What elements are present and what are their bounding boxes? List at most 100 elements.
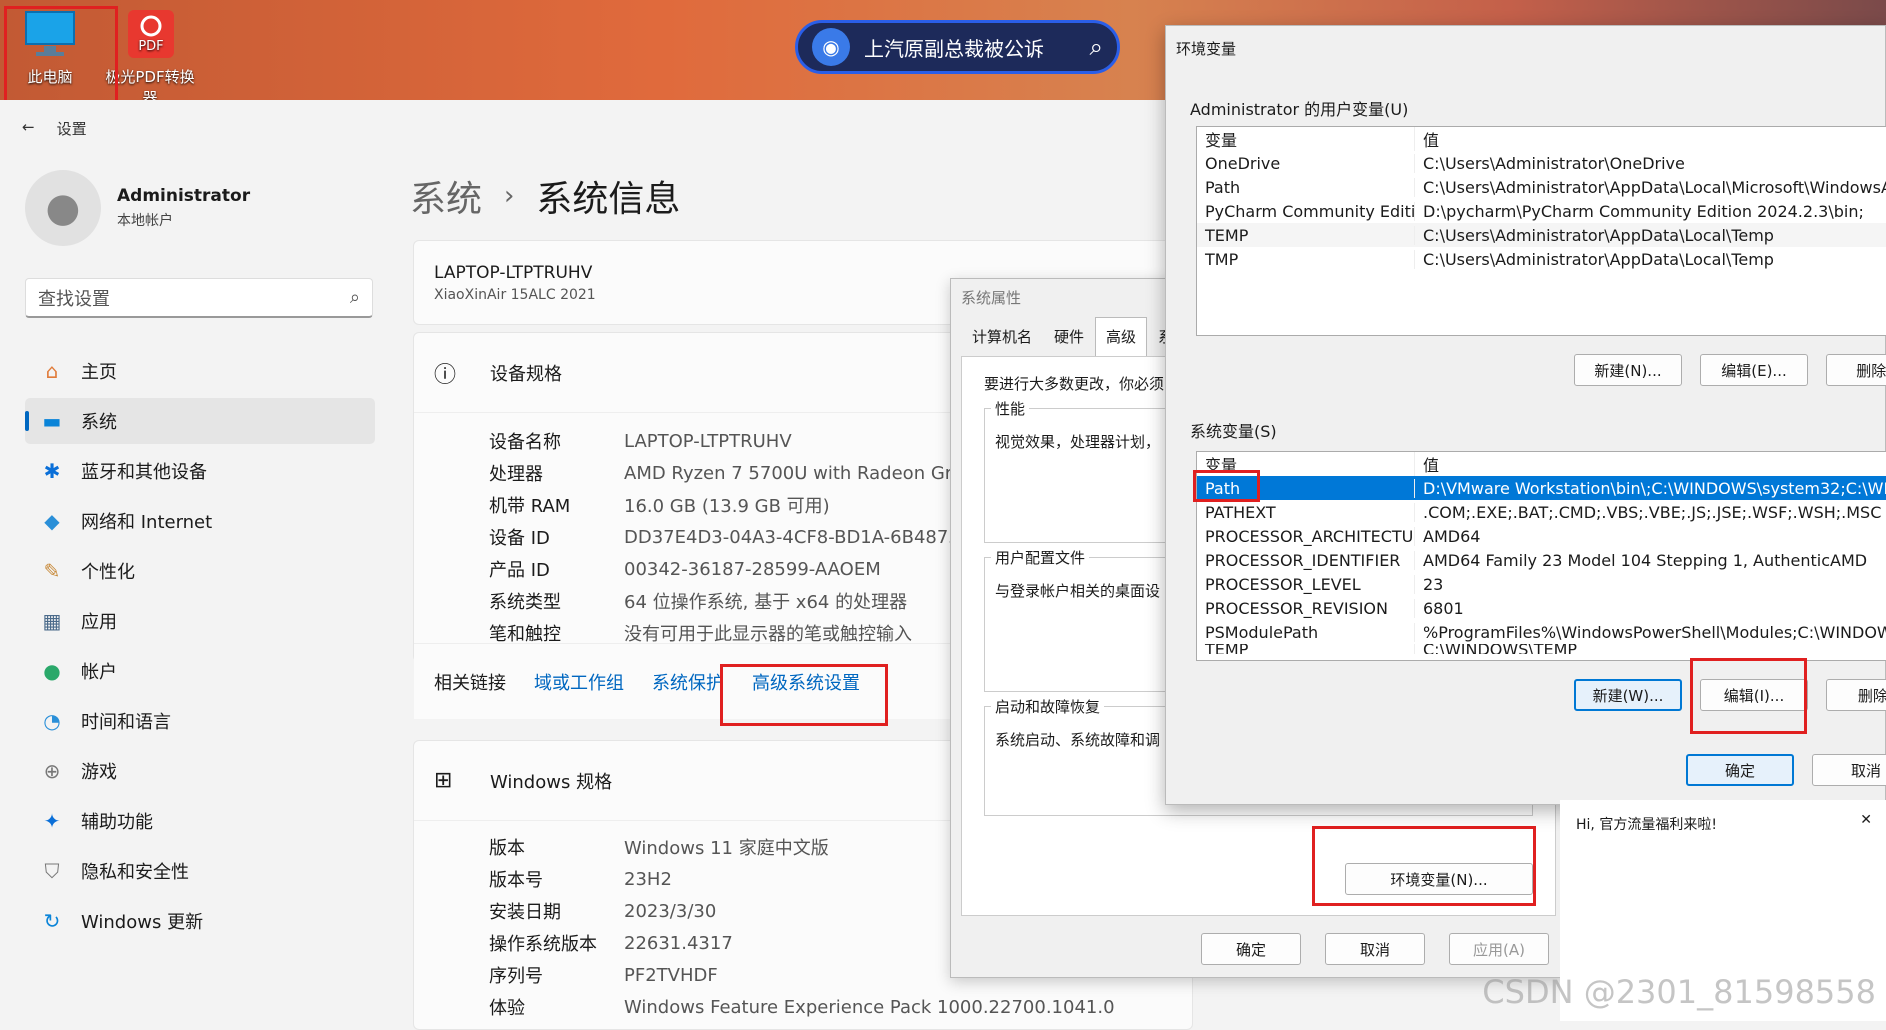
spec-value: 23H2 (624, 868, 672, 890)
var-value: 6801 (1423, 598, 1464, 618)
breadcrumb-parent[interactable]: 系统 (410, 170, 482, 222)
list-item[interactable]: OneDrive C:\Users\Administrator\OneDrive (1197, 151, 1886, 175)
spec-key: 设备 ID (489, 528, 550, 549)
var-value: AMD64 (1423, 526, 1481, 546)
list-item[interactable]: TEMP C:\WINDOWS\TEMP (1197, 644, 1886, 654)
var-name: PROCESSOR_REVISION (1197, 598, 1415, 618)
apps-icon: ▦ (42, 609, 62, 633)
apply-button[interactable]: 应用(A) (1449, 933, 1549, 965)
related-links-label: 相关链接 (434, 672, 506, 694)
breadcrumb-current: 系统信息 (536, 179, 681, 220)
section-title: Windows 规格 (490, 771, 613, 793)
nav-label: 时间和语言 (81, 712, 171, 733)
list-item[interactable]: Path C:\Users\Administrator\AppData\Local… (1197, 175, 1886, 199)
tab-computer-name[interactable]: 计算机名 (961, 317, 1043, 356)
nav-item-apps[interactable]: ▦ 应用 (25, 598, 375, 644)
list-item[interactable]: TEMP C:\Users\Administrator\AppData\Local… (1197, 223, 1886, 247)
news-search-pill[interactable]: ◉ 上汽原副总裁被公诉 ⌕ (795, 20, 1120, 74)
nav-label: 主页 (81, 362, 117, 383)
var-value: C:\Users\Administrator\AppData\Local\Mic… (1423, 177, 1886, 197)
link-system-protection[interactable]: 系统保护 (652, 669, 724, 695)
col-value[interactable]: 值 (1415, 452, 1886, 476)
link-domain-workgroup[interactable]: 域或工作组 (534, 669, 624, 695)
user-profile[interactable]: ● Administrator 本地帐户 (25, 170, 250, 246)
highlight-box (1193, 470, 1260, 502)
ok-button[interactable]: 确定 (1686, 754, 1794, 786)
list-item[interactable]: PROCESSOR_ARCHITECTURE AMD64 (1197, 524, 1886, 548)
nav-label: 网络和 Internet (81, 512, 213, 533)
list-item[interactable]: PROCESSOR_REVISION 6801 (1197, 596, 1886, 620)
list-header: 变量值 (1197, 127, 1886, 151)
cancel-button[interactable]: 取消 (1812, 754, 1886, 786)
settings-search-input[interactable]: 查找设置 ⌕ (25, 278, 373, 318)
update-icon: ↻ (43, 909, 61, 933)
list-item[interactable]: PROCESSOR_IDENTIFIER AMD64 Family 23 Mode… (1197, 548, 1886, 572)
dialog-title: 环境变量 (1176, 40, 1237, 58)
brush-icon: ✎ (43, 559, 61, 583)
var-value: C:\WINDOWS\TEMP (1423, 644, 1578, 654)
user-vars-label: Administrator 的用户变量(U) (1190, 100, 1409, 119)
list-item-selected[interactable]: Path D:\VMware Workstation\bin\;C:\WINDOW… (1197, 476, 1886, 500)
var-name: TMP (1197, 249, 1415, 269)
wifi-icon: ◆ (44, 509, 60, 533)
nav-item-home[interactable]: ⌂ 主页 (25, 348, 375, 394)
gamepad-icon: ⊕ (43, 759, 61, 783)
nav-item-accounts[interactable]: ● 帐户 (25, 648, 375, 694)
clock-icon: ◔ (43, 709, 61, 733)
nav-item-bluetooth[interactable]: ✱ 蓝牙和其他设备 (25, 448, 375, 494)
var-name: Path (1197, 177, 1415, 197)
var-value: C:\Users\Administrator\AppData\Local\Tem… (1423, 249, 1774, 269)
nav-item-windows-update[interactable]: ↻ Windows 更新 (25, 898, 375, 944)
cancel-button[interactable]: 取消 (1325, 933, 1425, 965)
spec-value: 16.0 GB (13.9 GB 可用) (624, 496, 830, 517)
highlight-box (720, 664, 888, 726)
nav-item-personalization[interactable]: ✎ 个性化 (25, 548, 375, 594)
spec-key: 操作系统版本 (489, 934, 597, 955)
col-value[interactable]: 值 (1415, 127, 1886, 151)
system-vars-list[interactable]: 变量值 Path D:\VMware Workstation\bin\;C:\WI… (1196, 451, 1886, 661)
col-variable[interactable]: 变量 (1197, 127, 1415, 151)
tab-hardware[interactable]: 硬件 (1043, 317, 1095, 356)
user-vars-list[interactable]: 变量值 OneDrive C:\Users\Administrator\OneDr… (1196, 126, 1886, 336)
nav-item-network[interactable]: ◆ 网络和 Internet (25, 498, 375, 544)
nav-item-time-language[interactable]: ◔ 时间和语言 (25, 698, 375, 744)
info-icon: ⓘ (434, 362, 457, 388)
windows-logo-icon: ⊞ (434, 768, 453, 793)
spec-value: LAPTOP-LTPTRUHV (624, 430, 792, 452)
var-name: PyCharm Community Edition (1197, 201, 1415, 221)
list-item[interactable]: PROCESSOR_LEVEL 23 (1197, 572, 1886, 596)
user-edit-button[interactable]: 编辑(E)... (1700, 354, 1808, 386)
nav-item-system[interactable]: ▬ 系统 (25, 398, 375, 444)
nav-item-accessibility[interactable]: ✦ 辅助功能 (25, 798, 375, 844)
highlight-box (1312, 826, 1536, 906)
spec-value: PF2TVHDF (624, 964, 718, 986)
list-item[interactable]: PATHEXT .COM;.EXE;.BAT;.CMD;.VBS;.VBE;.JS… (1197, 500, 1886, 524)
user-new-button[interactable]: 新建(N)... (1574, 354, 1682, 386)
spec-key: 机带 RAM (489, 496, 571, 517)
svg-text:PDF: PDF (138, 39, 163, 54)
nav-item-gaming[interactable]: ⊕ 游戏 (25, 748, 375, 794)
group-label: 用户配置文件 (991, 547, 1090, 568)
back-arrow-icon[interactable]: ← (22, 118, 35, 139)
system-new-button[interactable]: 新建(W)... (1574, 679, 1682, 711)
var-name: PATHEXT (1197, 502, 1415, 522)
list-item[interactable]: TMP C:\Users\Administrator\AppData\Local\… (1197, 247, 1886, 271)
ok-button[interactable]: 确定 (1201, 933, 1301, 965)
list-item[interactable]: PSModulePath %ProgramFiles%\WindowsPowerS… (1197, 620, 1886, 644)
user-delete-button[interactable]: 删除(D (1826, 354, 1886, 386)
tab-advanced[interactable]: 高级 (1095, 317, 1148, 356)
group-label: 性能 (991, 398, 1030, 419)
nav-label: 帐户 (81, 662, 117, 683)
search-icon[interactable]: ⌕ (1090, 33, 1103, 61)
nav-label: 游戏 (81, 762, 117, 783)
list-header: 变量值 (1197, 452, 1886, 476)
pdf-icon: PDF (122, 8, 178, 60)
var-name: TEMP (1197, 644, 1415, 654)
nav-item-privacy[interactable]: ⛉ 隐私和安全性 (25, 848, 375, 894)
close-icon[interactable]: ✕ (1860, 812, 1872, 828)
spec-key: 序列号 (489, 966, 543, 987)
spec-value: 22631.4317 (624, 932, 733, 954)
list-item[interactable]: PyCharm Community Edition D:\pycharm\PyCh… (1197, 199, 1886, 223)
system-delete-button[interactable]: 删除(L (1826, 679, 1886, 711)
account-icon: ● (43, 659, 61, 683)
